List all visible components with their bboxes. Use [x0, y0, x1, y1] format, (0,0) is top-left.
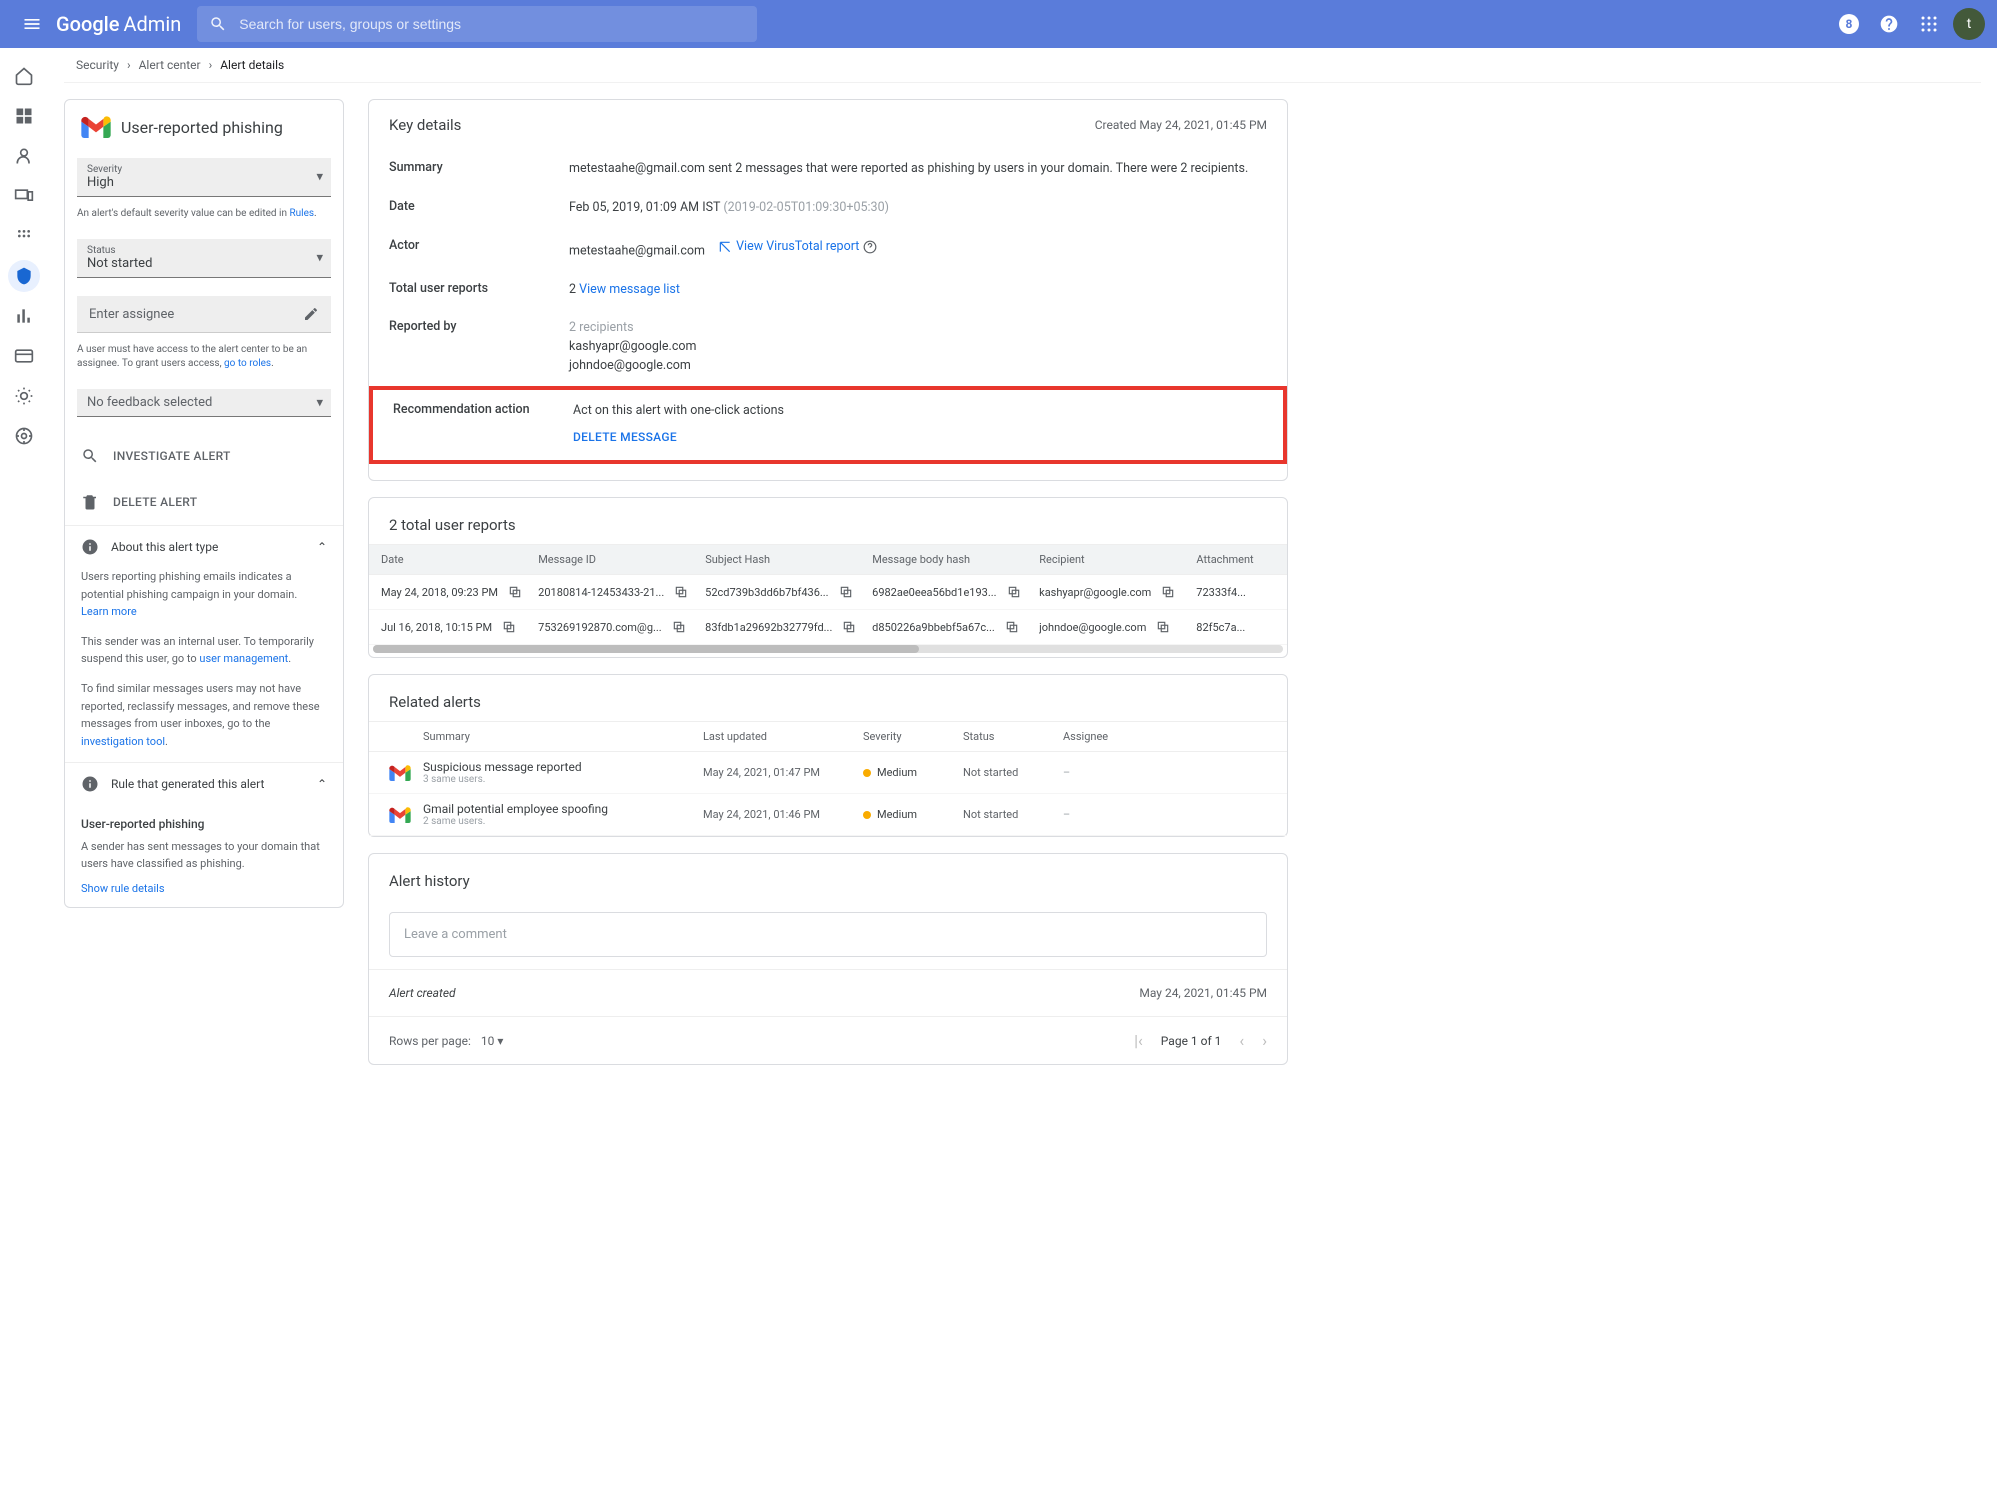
chevron-down-icon: ▾	[316, 251, 323, 266]
horizontal-scrollbar[interactable]	[373, 645, 1283, 653]
pagination: Rows per page: 10 ▾ |‹ Page 1 of 1 ‹ ›	[369, 1016, 1287, 1064]
reports-title: 2 total user reports	[369, 498, 1287, 544]
delete-message-button[interactable]: DELETE MESSAGE	[573, 428, 677, 446]
breadcrumb-current: Alert details	[220, 58, 284, 72]
app-header: Google Admin 8 t	[0, 0, 1997, 48]
global-search[interactable]	[197, 6, 757, 42]
left-nav	[0, 48, 48, 1121]
investigation-tool-link[interactable]: investigation tool	[81, 735, 165, 748]
rules-link[interactable]: Rules	[289, 208, 314, 219]
copy-icon[interactable]	[838, 620, 860, 634]
updates-icon[interactable]: 8	[1829, 4, 1869, 44]
related-header: Summary Last updated Severity Status Ass…	[369, 721, 1287, 752]
view-message-list-link[interactable]: View message list	[579, 282, 680, 297]
roles-link[interactable]: go to roles	[224, 358, 271, 369]
nav-account-icon[interactable]	[8, 380, 40, 412]
logo-text-admin: Admin	[123, 12, 181, 36]
nav-devices-icon[interactable]	[8, 180, 40, 212]
apps-icon[interactable]	[1909, 4, 1949, 44]
severity-selector[interactable]: Severity High ▾	[77, 158, 331, 197]
related-title: Related alerts	[369, 675, 1287, 721]
copy-icon[interactable]	[670, 585, 692, 599]
nav-dashboard-icon[interactable]	[8, 100, 40, 132]
rule-toggle[interactable]: Rule that generated this alert ⌃	[65, 762, 343, 805]
investigate-alert-button[interactable]: INVESTIGATE ALERT	[65, 433, 343, 479]
product-logo[interactable]: Google Admin	[56, 12, 181, 36]
alert-history-card: Alert history Leave a comment Alert crea…	[368, 853, 1288, 1065]
table-row[interactable]: Jul 16, 2018, 10:15 PM 753269192870.com@…	[369, 610, 1287, 645]
status-selector[interactable]: Status Not started ▾	[77, 239, 331, 278]
search-icon	[81, 447, 99, 465]
chevron-up-icon: ⌃	[317, 777, 327, 791]
help-icon	[863, 240, 877, 254]
alert-sidebar-card: User-reported phishing Severity High ▾ A…	[64, 99, 344, 908]
related-alert-row[interactable]: Suspicious message reported3 same users.…	[369, 752, 1287, 794]
learn-more-link[interactable]: Learn more	[81, 605, 137, 618]
breadcrumb-alert-center[interactable]: Alert center	[139, 58, 201, 72]
comment-input[interactable]: Leave a comment	[389, 912, 1267, 957]
key-details-card: Key details Created May 24, 2021, 01:45 …	[368, 99, 1288, 481]
copy-icon[interactable]	[504, 585, 526, 599]
info-icon	[81, 538, 99, 556]
edit-icon	[303, 306, 319, 322]
alert-title: User-reported phishing	[121, 118, 283, 137]
nav-users-icon[interactable]	[8, 140, 40, 172]
trash-icon	[81, 493, 99, 511]
info-icon	[81, 775, 99, 793]
copy-icon[interactable]	[1003, 585, 1025, 599]
breadcrumb-security[interactable]: Security	[76, 58, 119, 72]
breadcrumb: Security › Alert center › Alert details	[64, 48, 1981, 83]
severity-dot-icon	[863, 811, 871, 819]
history-title: Alert history	[369, 854, 1287, 900]
copy-icon[interactable]	[1001, 620, 1023, 634]
show-rule-details-link[interactable]: Show rule details	[81, 882, 165, 895]
reports-table-header: Date Message ID Subject Hash Message bod…	[369, 544, 1287, 575]
assignee-field[interactable]: Enter assignee	[77, 296, 331, 333]
history-entry: Alert created May 24, 2021, 01:45 PM	[369, 969, 1287, 1016]
rows-per-page-selector[interactable]: 10 ▾	[481, 1034, 504, 1048]
nav-apps-icon[interactable]	[8, 220, 40, 252]
prev-page-button[interactable]: ‹	[1239, 1031, 1244, 1050]
created-timestamp: Created May 24, 2021, 01:45 PM	[1095, 118, 1267, 132]
copy-icon[interactable]	[835, 585, 857, 599]
nav-home-icon[interactable]	[8, 60, 40, 92]
related-alert-row[interactable]: Gmail potential employee spoofing2 same …	[369, 794, 1287, 836]
severity-dot-icon	[863, 769, 871, 777]
related-alerts-card: Related alerts Summary Last updated Seve…	[368, 674, 1288, 837]
next-page-button[interactable]: ›	[1262, 1031, 1267, 1050]
gmail-icon	[389, 807, 411, 823]
recommendation-highlight: Recommendation actionAct on this alert w…	[369, 386, 1287, 465]
user-reports-card: 2 total user reports Date Message ID Sub…	[368, 497, 1288, 658]
gmail-icon	[389, 765, 411, 781]
user-management-link[interactable]: user management	[199, 652, 288, 665]
search-input[interactable]	[239, 16, 745, 32]
chevron-down-icon: ▾	[316, 170, 323, 185]
copy-icon[interactable]	[1157, 585, 1179, 599]
table-row[interactable]: May 24, 2018, 09:23 PM 20180814-12453433…	[369, 575, 1287, 610]
nav-rules-icon[interactable]	[8, 420, 40, 452]
page-indicator: Page 1 of 1	[1161, 1034, 1222, 1048]
account-avatar[interactable]: t	[1949, 4, 1989, 44]
gmail-icon	[81, 116, 111, 138]
key-details-title: Key details	[389, 116, 461, 134]
first-page-button[interactable]: |‹	[1134, 1031, 1143, 1050]
feedback-selector[interactable]: No feedback selected ▾	[77, 389, 331, 417]
copy-icon[interactable]	[1152, 620, 1174, 634]
delete-alert-button[interactable]: DELETE ALERT	[65, 479, 343, 525]
main-menu-button[interactable]	[8, 0, 56, 48]
chevron-up-icon: ⌃	[317, 540, 327, 554]
nav-billing-icon[interactable]	[8, 340, 40, 372]
help-icon[interactable]	[1869, 4, 1909, 44]
virustotal-link[interactable]: View VirusTotal report	[736, 238, 859, 257]
chevron-down-icon: ▾	[316, 395, 323, 410]
copy-icon[interactable]	[498, 620, 520, 634]
about-alert-type-toggle[interactable]: About this alert type ⌃	[65, 525, 343, 568]
copy-icon[interactable]	[668, 620, 690, 634]
virustotal-icon	[718, 240, 732, 254]
logo-text-google: Google	[56, 12, 119, 36]
nav-security-icon[interactable]	[8, 260, 40, 292]
nav-reporting-icon[interactable]	[8, 300, 40, 332]
search-icon	[209, 15, 227, 33]
